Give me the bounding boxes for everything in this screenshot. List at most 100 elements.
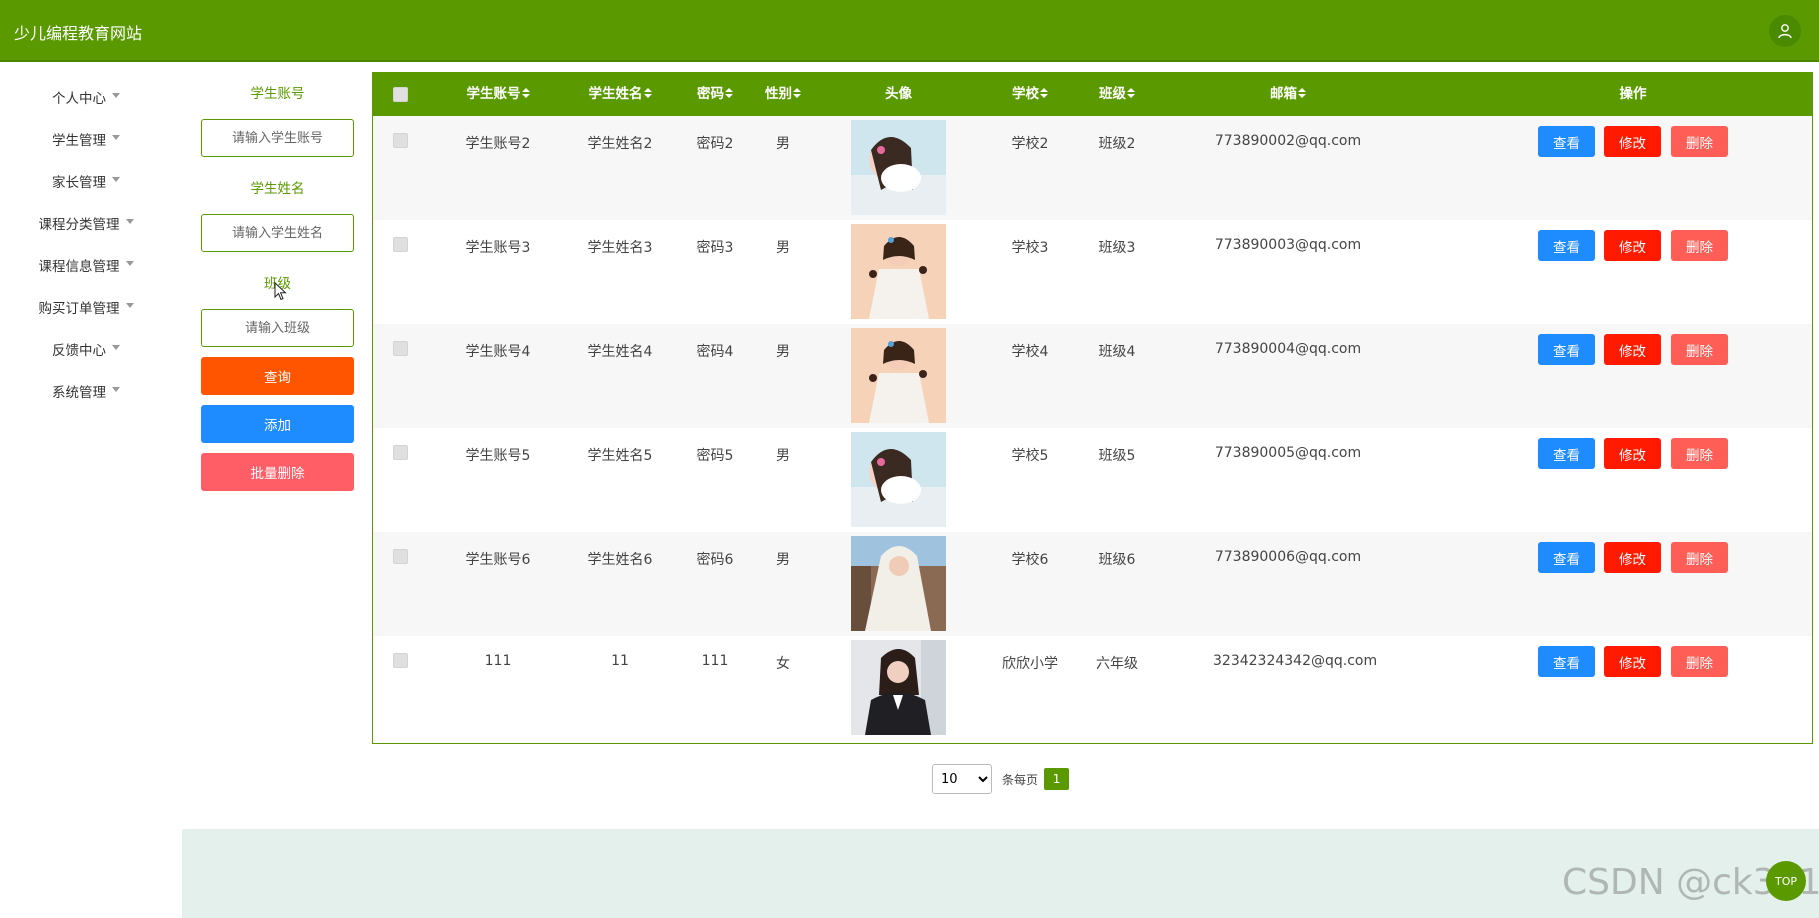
- delete-button[interactable]: 删除: [1671, 646, 1728, 677]
- sidebar-item-system[interactable]: 系统管理: [0, 377, 172, 405]
- sidebar-item-student-management[interactable]: 学生管理: [0, 125, 172, 153]
- sidebar-item-label: 课程信息管理: [38, 259, 120, 275]
- user-menu-button[interactable]: [1769, 15, 1801, 47]
- col-account[interactable]: 学生账号: [448, 73, 548, 116]
- sort-icon: [793, 88, 801, 99]
- cell-name: 学生姓名2: [587, 136, 653, 152]
- row-checkbox[interactable]: [393, 341, 408, 356]
- cell-password: 密码2: [696, 136, 734, 152]
- sort-icon: [521, 88, 530, 99]
- batch-delete-button[interactable]: 批量删除: [201, 453, 354, 491]
- cell-password: 密码4: [696, 344, 734, 360]
- view-button[interactable]: 查看: [1538, 646, 1595, 677]
- students-table: 学生账号 学生姓名 密码 性别 头像 学校 班级 邮箱 操作 学生账号2 学生姓…: [372, 72, 1813, 744]
- view-button[interactable]: 查看: [1538, 438, 1595, 469]
- sidebar-item-parent-management[interactable]: 家长管理: [0, 167, 172, 195]
- sidebar-item-orders[interactable]: 购买订单管理: [0, 293, 172, 321]
- cell-class: 班级5: [1098, 448, 1136, 464]
- sidebar-item-personal-center[interactable]: 个人中心: [0, 83, 172, 111]
- cell-password: 密码6: [696, 552, 734, 568]
- view-button[interactable]: 查看: [1538, 230, 1595, 261]
- sidebar-item-feedback[interactable]: 反馈中心: [0, 335, 172, 363]
- cell-gender: 男: [776, 344, 790, 360]
- avatar-photo: [851, 328, 946, 423]
- cell-gender: 男: [776, 552, 790, 568]
- caret-down-icon: [125, 260, 134, 266]
- col-school[interactable]: 学校: [980, 73, 1080, 116]
- cell-school: 学校2: [1011, 136, 1049, 152]
- delete-button[interactable]: 删除: [1671, 334, 1728, 365]
- cell-gender: 男: [776, 448, 790, 464]
- account-label: 学生账号: [250, 86, 305, 102]
- cell-account: 学生账号4: [465, 344, 531, 360]
- sidebar-item-label: 反馈中心: [52, 343, 106, 359]
- cell-gender: 男: [776, 136, 790, 152]
- caret-down-icon: [125, 218, 134, 224]
- row-checkbox[interactable]: [393, 445, 408, 460]
- row-checkbox[interactable]: [393, 237, 408, 252]
- caret-down-icon: [112, 134, 120, 140]
- cell-school: 学校6: [1011, 552, 1049, 568]
- mouse-cursor-icon: [274, 282, 287, 301]
- delete-button[interactable]: 删除: [1671, 126, 1728, 157]
- edit-button[interactable]: 修改: [1604, 542, 1661, 573]
- pagination: 10 条每页 1: [932, 764, 1070, 794]
- col-name[interactable]: 学生姓名: [570, 73, 670, 116]
- delete-button[interactable]: 删除: [1671, 542, 1728, 573]
- cell-password: 密码5: [696, 448, 734, 464]
- page-size-select[interactable]: 10: [932, 764, 992, 794]
- edit-button[interactable]: 修改: [1604, 230, 1661, 261]
- page-number-button[interactable]: 1: [1044, 768, 1070, 790]
- col-password[interactable]: 密码: [680, 73, 750, 116]
- select-all-checkbox[interactable]: [393, 87, 408, 102]
- row-checkbox[interactable]: [393, 653, 408, 668]
- cell-school: 欣欣小学: [1002, 656, 1058, 672]
- cell-gender: 女: [776, 656, 790, 672]
- avatar-photo: [851, 224, 946, 319]
- cell-email: 773890004@qq.com: [1214, 341, 1362, 357]
- table-header: 学生账号 学生姓名 密码 性别 头像 学校 班级 邮箱 操作: [373, 73, 1812, 116]
- delete-button[interactable]: 删除: [1671, 438, 1728, 469]
- caret-down-icon: [112, 344, 120, 350]
- sort-icon: [1040, 88, 1048, 99]
- avatar-photo: [851, 432, 946, 527]
- cell-account: 学生账号2: [465, 136, 531, 152]
- edit-button[interactable]: 修改: [1604, 334, 1661, 365]
- col-actions: 操作: [1619, 86, 1647, 102]
- view-button[interactable]: 查看: [1538, 126, 1595, 157]
- cell-email: 32342324342@qq.com: [1213, 653, 1378, 669]
- add-button[interactable]: 添加: [201, 405, 354, 443]
- account-input[interactable]: [201, 119, 354, 157]
- row-checkbox[interactable]: [393, 133, 408, 148]
- view-button[interactable]: 查看: [1538, 542, 1595, 573]
- edit-button[interactable]: 修改: [1604, 646, 1661, 677]
- edit-button[interactable]: 修改: [1604, 126, 1661, 157]
- cell-class: 班级2: [1098, 136, 1136, 152]
- table-row: 学生账号5 学生姓名5 密码5 男 学校5 班级5 773890005@qq.c…: [373, 428, 1812, 532]
- back-to-top-button[interactable]: TOP: [1766, 861, 1806, 901]
- cell-name: 11: [611, 653, 629, 669]
- edit-button[interactable]: 修改: [1604, 438, 1661, 469]
- caret-down-icon: [112, 92, 120, 98]
- cell-school: 学校4: [1011, 344, 1049, 360]
- view-button[interactable]: 查看: [1538, 334, 1595, 365]
- site-title: 少儿编程教育网站: [14, 24, 143, 43]
- class-input[interactable]: [201, 309, 354, 347]
- col-gender[interactable]: 性别: [748, 73, 818, 116]
- cell-email: 773890005@qq.com: [1214, 445, 1362, 461]
- avatar-photo: [851, 120, 946, 215]
- per-page-label: 条每页: [1002, 772, 1039, 787]
- col-class[interactable]: 班级: [1072, 73, 1162, 116]
- cell-name: 学生姓名5: [587, 448, 653, 464]
- delete-button[interactable]: 删除: [1671, 230, 1728, 261]
- cell-account: 学生账号3: [465, 240, 531, 256]
- query-button[interactable]: 查询: [201, 357, 354, 395]
- caret-down-icon: [112, 176, 120, 182]
- row-checkbox[interactable]: [393, 549, 408, 564]
- sidebar-item-course-category[interactable]: 课程分类管理: [0, 209, 172, 237]
- cell-class: 班级4: [1098, 344, 1136, 360]
- sidebar-item-course-info[interactable]: 课程信息管理: [0, 251, 172, 279]
- name-input[interactable]: [201, 214, 354, 252]
- cell-account: 学生账号5: [465, 448, 531, 464]
- col-email[interactable]: 邮箱: [1213, 73, 1363, 116]
